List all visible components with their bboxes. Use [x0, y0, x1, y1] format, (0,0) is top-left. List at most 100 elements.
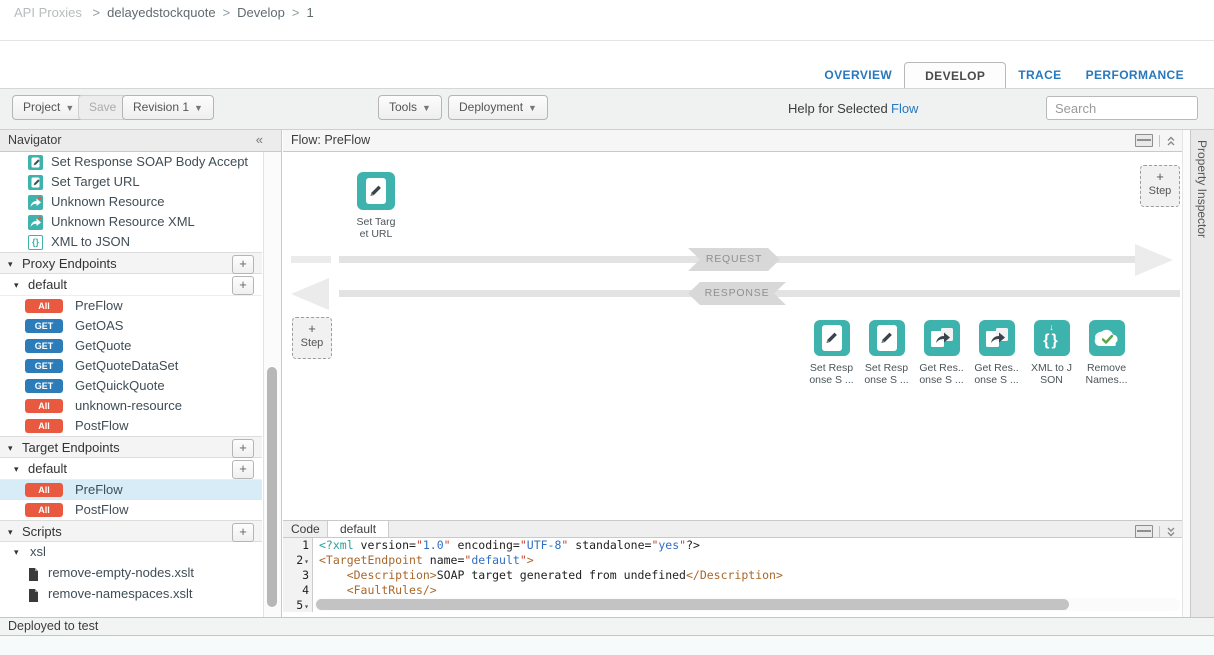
- section-label: Target Endpoints: [22, 437, 120, 459]
- tab-trace[interactable]: TRACE: [1006, 62, 1073, 88]
- tab-develop[interactable]: DEVELOP: [904, 62, 1006, 88]
- nav-item-getquickquote[interactable]: GETGetQuickQuote: [0, 376, 262, 396]
- help-flow-link[interactable]: Flow: [891, 101, 918, 116]
- collapse-up-icon[interactable]: [1166, 135, 1176, 147]
- fold-caret-icon[interactable]: ▾: [304, 557, 309, 566]
- flow-step-3[interactable]: Get Res..onse S ...: [969, 320, 1024, 386]
- add-button[interactable]: +: [232, 523, 254, 542]
- scrollbar-thumb[interactable]: [316, 599, 1069, 610]
- tab-bar: OVERVIEWDEVELOPTRACEPERFORMANCE: [812, 62, 1196, 88]
- property-inspector-tab[interactable]: Property Inspector: [1191, 130, 1209, 238]
- nav-section-scripts[interactable]: ▾Scripts+: [0, 520, 262, 542]
- scrollbar-thumb[interactable]: [267, 367, 277, 607]
- add-button[interactable]: +: [232, 255, 254, 274]
- nav-item-unknown-resource[interactable]: Unknown Resource: [0, 192, 262, 212]
- breadcrumb-item[interactable]: delayedstockquote: [107, 5, 215, 20]
- caret-down-icon: ▼: [422, 103, 431, 113]
- nav-section-target-endpoints[interactable]: ▾ Target Endpoints +: [0, 436, 262, 458]
- method-badge: All: [25, 483, 63, 497]
- flow-step-1[interactable]: Set Response S ...: [859, 320, 914, 386]
- property-inspector-strip: Property Inspector: [1190, 130, 1214, 617]
- code-editor[interactable]: 12▾345▾ <?xml version="1.0" encoding="UT…: [283, 538, 1182, 612]
- tab-performance[interactable]: PERFORMANCE: [1074, 62, 1196, 88]
- nav-item-xml-to-json[interactable]: {}XML to JSON: [0, 232, 262, 252]
- navigator-scrollbar[interactable]: [263, 152, 281, 617]
- collapse-down-icon[interactable]: [1166, 526, 1176, 538]
- caret-down-icon: ▼: [194, 103, 203, 113]
- nav-section-proxy-endpoints[interactable]: ▾Proxy Endpoints+: [0, 252, 262, 274]
- search-input[interactable]: [1046, 96, 1198, 120]
- flow-step-2[interactable]: Get Res..onse S ...: [914, 320, 969, 386]
- caret-down-icon[interactable]: ▾: [8, 437, 13, 459]
- caret-down-icon[interactable]: ▾: [8, 253, 13, 275]
- apigee-develop-page: API Proxies >delayedstockquote>Develop>1…: [0, 0, 1214, 655]
- code-token: UTF-8: [527, 538, 562, 552]
- nav-section-default[interactable]: ▾default+: [0, 458, 262, 480]
- project-menu-button[interactable]: Project▼: [12, 95, 85, 120]
- flow-step-0[interactable]: Set Response S ...: [804, 320, 859, 386]
- step-icon-callout: [924, 320, 960, 356]
- resource-arrow-icon: [28, 215, 43, 230]
- file-label: remove-empty-nodes.xslt: [48, 562, 194, 583]
- nav-item-postflow[interactable]: AllPostFlow: [0, 416, 262, 436]
- line-number: 2▾: [283, 553, 312, 568]
- nav-item-preflow[interactable]: AllPreFlow: [0, 296, 262, 316]
- nav-item-remove-empty-nodes-xslt[interactable]: remove-empty-nodes.xslt: [0, 562, 262, 583]
- tab-overview[interactable]: OVERVIEW: [812, 62, 904, 88]
- nav-section-default[interactable]: ▾default+: [0, 274, 262, 296]
- caret-down-icon[interactable]: ▾: [14, 274, 19, 296]
- add-step-button-request[interactable]: + Step: [1140, 165, 1180, 207]
- code-token: <Description>: [347, 568, 437, 582]
- revision-menu-button[interactable]: Revision 1▼: [122, 95, 214, 120]
- code-token: version=: [354, 538, 416, 552]
- line-number: 4: [283, 583, 312, 598]
- breadcrumb-root[interactable]: API Proxies: [14, 5, 82, 20]
- nav-item-preflow[interactable]: AllPreFlow: [0, 480, 262, 500]
- response-label: RESPONSE: [688, 282, 786, 305]
- nav-item-xsl[interactable]: ▾xsl: [0, 542, 262, 562]
- method-badge: GET: [25, 359, 63, 373]
- tools-label: Tools: [389, 100, 417, 114]
- add-button[interactable]: +: [232, 460, 254, 479]
- file-icon: [28, 587, 39, 608]
- nav-item-unknown-resource-xml[interactable]: Unknown Resource XML: [0, 212, 262, 232]
- flow-label: PreFlow: [75, 296, 123, 316]
- nav-item-remove-namespaces-xslt[interactable]: remove-namespaces.xslt: [0, 583, 262, 604]
- caret-down-icon[interactable]: ▾: [8, 521, 13, 543]
- fold-caret-icon[interactable]: ▾: [304, 602, 309, 611]
- method-badge: GET: [25, 379, 63, 393]
- split-panel-icon[interactable]: [1135, 134, 1153, 147]
- nav-item-getoas[interactable]: GETGetOAS: [0, 316, 262, 336]
- flow-step-5[interactable]: RemoveNames...: [1079, 320, 1134, 386]
- add-button[interactable]: +: [232, 276, 254, 295]
- tools-menu-button[interactable]: Tools ▼: [378, 95, 442, 120]
- code-horizontal-scrollbar[interactable]: [314, 598, 1180, 611]
- save-button[interactable]: Save: [78, 95, 127, 120]
- breadcrumb-item[interactable]: Develop: [237, 5, 285, 20]
- add-button[interactable]: +: [232, 439, 254, 458]
- nav-item-set-target-url[interactable]: Set Target URL: [0, 172, 262, 192]
- collapse-panel-icon[interactable]: «: [256, 132, 263, 147]
- flow-step-set-target-url[interactable]: Set Target URL: [338, 172, 414, 240]
- code-token: <FaultRules/>: [347, 583, 437, 597]
- flow-step-4[interactable]: ↓{}XML to JSON: [1024, 320, 1079, 386]
- split-panel-icon[interactable]: [1135, 525, 1153, 538]
- step-icon-pencil: [357, 172, 395, 210]
- nav-item-postflow[interactable]: AllPostFlow: [0, 500, 262, 520]
- caret-down-icon[interactable]: ▾: [14, 458, 19, 480]
- breadcrumb-item[interactable]: 1: [306, 5, 313, 20]
- caret-down-icon[interactable]: ▾: [14, 542, 19, 562]
- nav-item-unknown-resource[interactable]: Allunknown-resource: [0, 396, 262, 416]
- get-arrow-icon: [924, 320, 960, 356]
- add-step-button-response[interactable]: + Step: [292, 317, 332, 359]
- canvas-scrollbar[interactable]: [1182, 130, 1190, 617]
- code-token: ": [520, 553, 527, 567]
- code-tab-default[interactable]: default: [327, 521, 389, 537]
- code-panel-label: Code: [291, 522, 320, 536]
- nav-item-set-response-soap-body-accept[interactable]: Set Response SOAP Body Accept: [0, 152, 262, 172]
- nav-item-getquotedataset[interactable]: GETGetQuoteDataSet: [0, 356, 262, 376]
- policy-label: Unknown Resource XML: [51, 212, 195, 232]
- flow-label: PostFlow: [75, 416, 128, 436]
- deployment-menu-button[interactable]: Deployment▼: [448, 95, 548, 120]
- nav-item-getquote[interactable]: GETGetQuote: [0, 336, 262, 356]
